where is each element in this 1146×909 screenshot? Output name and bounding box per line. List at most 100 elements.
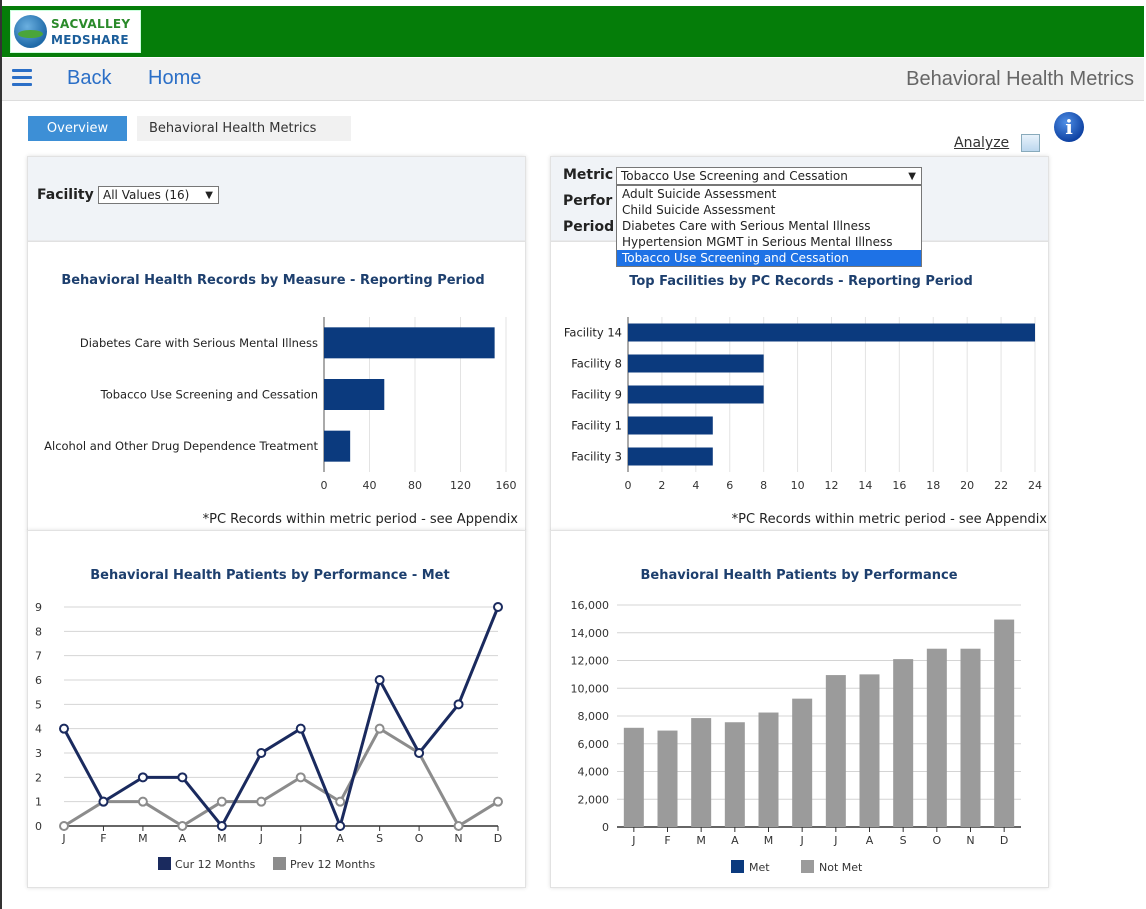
x-tick-label: J	[833, 834, 837, 847]
x-tick-label: 6	[726, 479, 733, 492]
data-point	[216, 821, 227, 831]
series-line	[62, 606, 500, 831]
category-label: Facility 8	[571, 357, 622, 371]
x-tick-label: O	[932, 834, 941, 847]
y-tick-label: 5	[35, 698, 42, 711]
y-tick-label: 2,000	[578, 793, 610, 806]
analyze-link[interactable]: Analyze	[954, 135, 1009, 151]
legend-swatch	[731, 860, 744, 873]
y-tick-label: 14,000	[571, 627, 610, 640]
legend-label: Cur 12 Months	[175, 858, 256, 871]
data-point	[453, 699, 464, 710]
data-point	[137, 772, 148, 783]
bar	[324, 327, 495, 359]
analyze-icon[interactable]	[1021, 134, 1040, 152]
bar	[628, 416, 713, 435]
metric-select[interactable]: Tobacco Use Screening and Cessation ▼	[616, 167, 922, 185]
x-tick-label: 120	[450, 479, 471, 492]
x-tick-label: 2	[658, 479, 665, 492]
x-tick-label: J	[800, 834, 804, 847]
x-tick-label: 24	[1028, 479, 1042, 492]
data-point	[177, 821, 188, 831]
metric-option[interactable]: Tobacco Use Screening and Cessation	[617, 250, 921, 266]
category-label: Tobacco Use Screening and Cessation	[100, 388, 318, 402]
data-point	[256, 796, 267, 807]
bar	[691, 718, 712, 827]
data-point	[216, 796, 227, 807]
metric-option[interactable]: Hypertension MGMT in Serious Mental Illn…	[617, 234, 921, 250]
category-label: Diabetes Care with Serious Mental Illnes…	[80, 336, 318, 350]
y-tick-label: 2	[35, 771, 42, 784]
legend-label: Not Met	[819, 861, 863, 874]
metric-option[interactable]: Adult Suicide Assessment	[617, 186, 921, 202]
top-banner: SACVALLEY MEDSHARE	[2, 6, 1144, 57]
x-tick-label: M	[138, 832, 148, 845]
chart-title: Behavioral Health Patients by Performanc…	[90, 568, 449, 583]
bar	[926, 648, 947, 827]
y-tick-label: 7	[35, 650, 42, 663]
app-logo[interactable]: SACVALLEY MEDSHARE	[10, 10, 141, 53]
category-label: Facility 1	[571, 419, 622, 433]
data-point	[453, 821, 464, 831]
data-point	[295, 723, 306, 734]
tab-overview[interactable]: Overview	[28, 116, 127, 141]
x-tick-label: F	[664, 834, 670, 847]
data-point	[374, 675, 385, 685]
x-tick-label: N	[454, 832, 462, 845]
bar	[859, 674, 880, 827]
x-tick-label: M	[217, 832, 227, 845]
x-tick-label: 10	[791, 479, 805, 492]
x-tick-label: F	[100, 832, 106, 845]
legend-swatch	[158, 857, 171, 870]
x-tick-label: 160	[496, 479, 517, 492]
y-tick-label: 1	[35, 796, 42, 809]
panel-patients-met: Behavioral Health Patients by Performanc…	[27, 530, 526, 888]
x-tick-label: 40	[363, 479, 377, 492]
data-point	[295, 772, 306, 783]
hamburger-menu-icon[interactable]	[12, 69, 32, 86]
back-link[interactable]: Back	[67, 67, 111, 90]
bar	[628, 323, 1035, 342]
data-point	[98, 796, 109, 807]
logo-globe-icon	[14, 15, 47, 48]
logo-text-line2: MEDSHARE	[51, 33, 129, 47]
bar	[724, 722, 745, 827]
logo-text-line1: SACVALLEY	[51, 17, 131, 31]
data-point	[59, 821, 69, 831]
x-tick-label: D	[494, 832, 502, 845]
home-link[interactable]: Home	[148, 67, 201, 90]
bar	[893, 659, 914, 827]
x-tick-label: J	[61, 832, 65, 845]
tab-behavioral-health-metrics[interactable]: Behavioral Health Metrics	[137, 116, 351, 141]
y-tick-label: 0	[35, 820, 42, 833]
x-tick-label: 22	[994, 479, 1008, 492]
x-tick-label: J	[259, 832, 263, 845]
x-tick-label: 18	[926, 479, 940, 492]
metric-option[interactable]: Child Suicide Assessment	[617, 202, 921, 218]
legend-swatch	[273, 857, 286, 870]
bar	[623, 727, 644, 827]
bar	[994, 619, 1015, 827]
x-tick-label: S	[900, 834, 907, 847]
category-label: Facility 14	[564, 326, 622, 340]
chart-title: Top Facilities by PC Records - Reporting…	[629, 274, 973, 289]
bar	[758, 712, 779, 827]
chart-title: Behavioral Health Records by Measure - R…	[61, 273, 484, 288]
legend-label: Met	[749, 861, 770, 874]
bar	[960, 648, 981, 827]
x-tick-label: 8	[760, 479, 767, 492]
patients-performance-bar-chart: Behavioral Health Patients by Performanc…	[571, 568, 1021, 874]
x-tick-label: A	[866, 834, 874, 847]
metric-option[interactable]: Diabetes Care with Serious Mental Illnes…	[617, 218, 921, 234]
x-tick-label: J	[631, 834, 635, 847]
x-tick-label: M	[764, 834, 774, 847]
chart-title: Behavioral Health Patients by Performanc…	[640, 568, 957, 583]
y-tick-label: 6	[35, 674, 42, 687]
bar	[324, 430, 351, 462]
info-icon[interactable]: i	[1054, 112, 1084, 142]
y-tick-label: 6,000	[578, 738, 610, 751]
y-tick-label: 9	[35, 601, 42, 614]
page-title: Behavioral Health Metrics	[906, 68, 1134, 90]
x-tick-label: A	[731, 834, 739, 847]
y-tick-label: 4,000	[578, 766, 610, 779]
